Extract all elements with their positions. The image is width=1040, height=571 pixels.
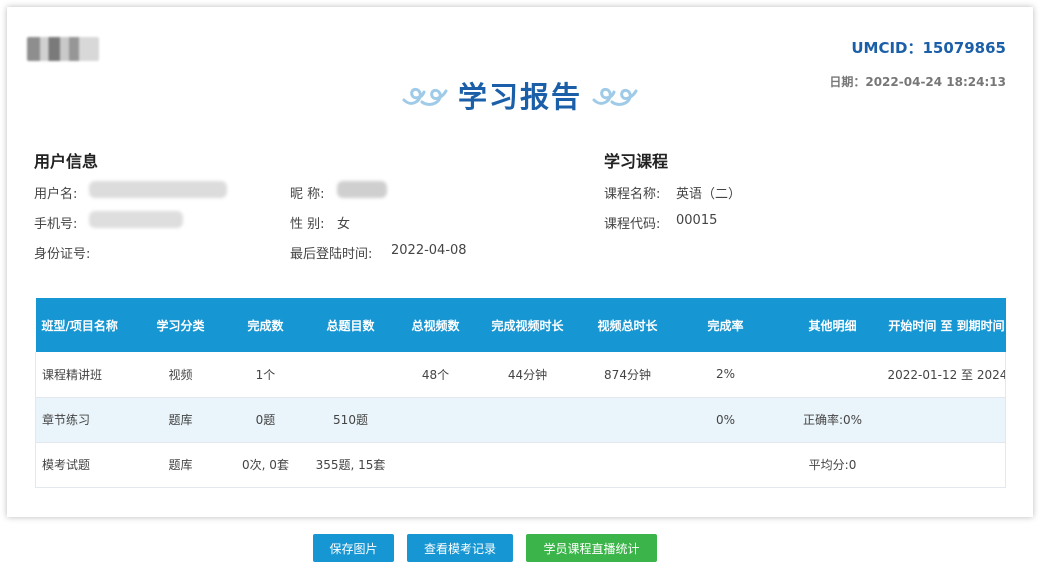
table-cell xyxy=(397,442,474,488)
col-header: 完成数 xyxy=(227,298,304,352)
left-swirl-icon xyxy=(402,87,448,106)
table-row: 章节练习 题库 0题 510题 0% 正确率:0% xyxy=(35,397,1006,443)
col-header: 总视频数 xyxy=(397,298,474,352)
gender-label: 性 别: xyxy=(290,217,325,232)
page-title: 学习报告 xyxy=(457,80,582,114)
table-cell: 2022-01-12 至 2024-01-12 xyxy=(887,352,1006,398)
right-swirl-icon xyxy=(592,87,638,106)
view-mock-records-button[interactable]: 查看模考记录 xyxy=(407,534,513,562)
nickname-label: 昵 称: xyxy=(290,187,325,202)
username-label: 用户名: xyxy=(34,187,78,202)
table-cell: 平均分:0 xyxy=(777,442,888,488)
course-code-value: 00015 xyxy=(676,213,718,228)
gender-value: 女 xyxy=(337,217,351,232)
col-header: 开始时间 至 到期时间 xyxy=(887,298,1006,352)
table-cell: 0% xyxy=(673,397,778,443)
table-cell xyxy=(887,442,1006,488)
table-cell: 48个 xyxy=(397,352,474,398)
phone-label: 手机号: xyxy=(34,217,78,232)
course-code-label: 课程代码: xyxy=(604,217,661,232)
user-info-heading: 用户信息 xyxy=(34,152,99,171)
blurred-logo xyxy=(27,37,99,61)
table-cell: 0次, 0套 xyxy=(227,442,304,488)
table-cell: 模考试题 xyxy=(35,442,134,488)
table-cell: 课程精讲班 xyxy=(35,352,134,398)
table-cell: 510题 xyxy=(303,397,398,443)
study-stats-table: 班型/项目名称 学习分类 完成数 总题目数 总视频数 完成视频时长 视频总时长 … xyxy=(35,298,1006,488)
table-cell xyxy=(397,397,474,443)
table-cell xyxy=(473,397,582,443)
course-name-label: 课程名称: xyxy=(604,187,661,202)
table-cell xyxy=(673,442,778,488)
table-cell: 874分钟 xyxy=(581,352,674,398)
report-title-group: 学习报告 xyxy=(397,73,643,117)
last-login-value: 2022-04-08 xyxy=(391,243,467,258)
report-date: 日期：2022-04-24 18:24:13 xyxy=(829,75,1006,89)
table-cell: 正确率:0% xyxy=(777,397,888,443)
table-cell xyxy=(581,442,674,488)
table-cell xyxy=(473,442,582,488)
table-cell: 题库 xyxy=(133,397,228,443)
table-cell: 0题 xyxy=(227,397,304,443)
table-cell: 章节练习 xyxy=(35,397,134,443)
col-header: 完成率 xyxy=(673,298,778,352)
table-cell: 44分钟 xyxy=(473,352,582,398)
table-cell: 题库 xyxy=(133,442,228,488)
table-cell xyxy=(581,397,674,443)
table-cell: 355题, 15套 xyxy=(303,442,398,488)
last-login-label: 最后登陆时间: xyxy=(290,247,373,262)
table-row: 模考试题 题库 0次, 0套 355题, 15套 平均分:0 xyxy=(35,442,1006,488)
table-header-row: 班型/项目名称 学习分类 完成数 总题目数 总视频数 完成视频时长 视频总时长 … xyxy=(35,298,1006,352)
table-cell: 2% xyxy=(673,352,778,398)
table-cell: 1个 xyxy=(227,352,304,398)
live-stats-button[interactable]: 学员课程直播统计 xyxy=(526,534,657,562)
col-header: 视频总时长 xyxy=(581,298,674,352)
table-row: 课程精讲班 视频 1个 48个 44分钟 874分钟 2% 2022-01-12… xyxy=(35,352,1006,398)
phone-value-blurred xyxy=(89,211,183,228)
col-header: 学习分类 xyxy=(133,298,228,352)
table-cell xyxy=(303,352,398,398)
save-image-button[interactable]: 保存图片 xyxy=(313,534,394,562)
col-header: 其他明细 xyxy=(777,298,888,352)
table-cell: 视频 xyxy=(133,352,228,398)
username-value-blurred xyxy=(89,181,227,198)
col-header: 总题目数 xyxy=(303,298,398,352)
course-heading: 学习课程 xyxy=(604,152,669,171)
table-cell xyxy=(887,397,1006,443)
nickname-value-blurred xyxy=(337,181,387,198)
idcard-label: 身份证号: xyxy=(34,247,91,262)
report-card: UMCID：15079865 日期：2022-04-24 18:24:13 学习… xyxy=(7,7,1033,517)
col-header: 完成视频时长 xyxy=(473,298,582,352)
umcid-label: UMCID：15079865 xyxy=(851,39,1006,57)
table-cell xyxy=(777,352,888,398)
course-name-value: 英语（二） xyxy=(676,187,742,202)
col-header: 班型/项目名称 xyxy=(35,298,134,352)
